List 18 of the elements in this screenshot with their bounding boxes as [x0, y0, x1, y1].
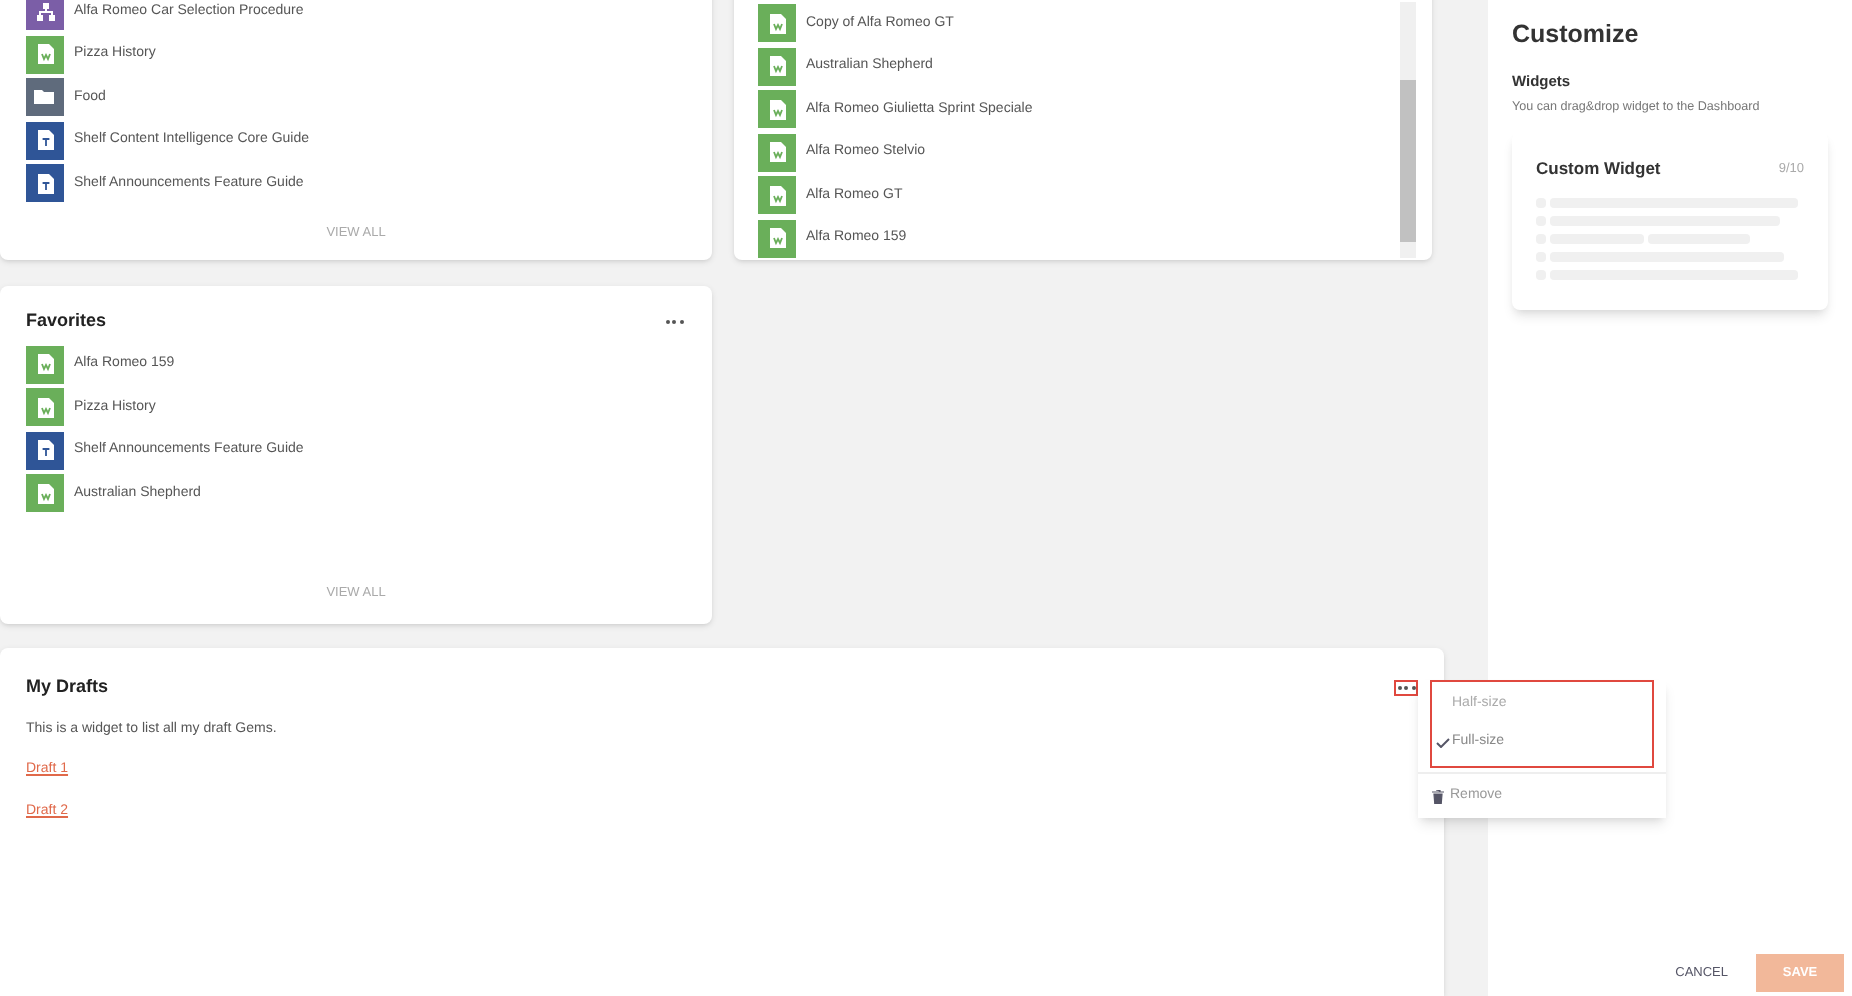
document-icon: [26, 121, 64, 160]
document-icon: [758, 133, 796, 172]
widget-name: Custom Widget: [1536, 156, 1661, 183]
document-icon: [26, 474, 64, 513]
widget-title: Favorites: [26, 308, 107, 334]
scrollbar[interactable]: [1400, 2, 1416, 258]
document-icon: [26, 35, 64, 74]
document-icon: [758, 90, 796, 129]
document-icon: [26, 431, 64, 470]
widget-title: My Drafts: [26, 674, 109, 700]
panel-title: Customize: [1512, 18, 1641, 52]
document-icon: [26, 164, 64, 203]
document-icon: [758, 47, 796, 86]
document-icon: [26, 345, 64, 384]
trash-icon: [1432, 789, 1444, 803]
folder-icon: [26, 78, 64, 117]
document-icon: [26, 388, 64, 427]
document-icon: [758, 176, 796, 215]
